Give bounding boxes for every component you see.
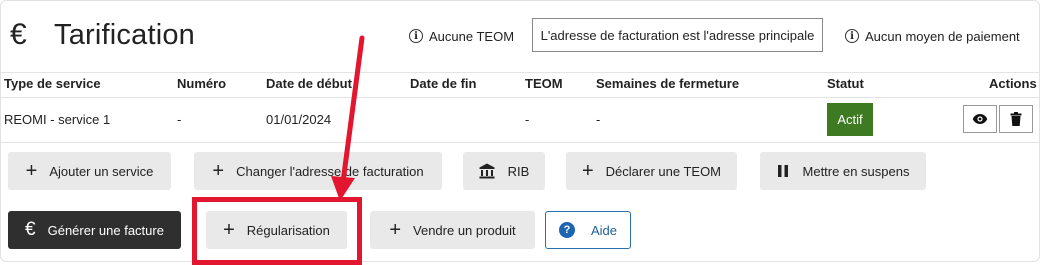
- column-header-status: Statut: [827, 76, 864, 91]
- billing-address-button[interactable]: L'adresse de facturation est l'adresse p…: [532, 18, 823, 52]
- add-service-label: Ajouter un service: [49, 163, 154, 179]
- bank-icon: [479, 163, 495, 179]
- generate-invoice-button[interactable]: € Générer une facture: [8, 211, 181, 249]
- payment-status: i Aucun moyen de paiement: [845, 24, 1020, 48]
- regularisation-label: Régularisation: [246, 222, 330, 238]
- declare-teom-button[interactable]: + Déclarer une TEOM: [566, 152, 737, 190]
- plus-icon: +: [212, 160, 225, 182]
- eye-icon: [972, 114, 988, 124]
- sell-product-button[interactable]: + Vendre un produit: [370, 211, 535, 249]
- panel-header: € Tarification i Aucune TEOM L'adresse d…: [0, 0, 1043, 72]
- column-header-end-date: Date de fin: [410, 76, 477, 91]
- cell-closure-weeks: -: [596, 112, 601, 127]
- info-icon: i: [845, 29, 859, 43]
- cell-start-date: 01/01/2024: [266, 112, 332, 127]
- plus-icon: +: [223, 219, 235, 241]
- euro-icon: €: [10, 18, 27, 51]
- plus-icon: +: [389, 219, 402, 241]
- pause-icon: [777, 165, 788, 177]
- trash-icon: [1010, 112, 1022, 126]
- column-header-start-date: Date de début: [266, 76, 352, 91]
- page-title: Tarification: [54, 19, 196, 51]
- rib-button[interactable]: RIB: [463, 152, 545, 190]
- cell-service-type: REOMI - service 1: [4, 112, 111, 127]
- cell-number: -: [177, 112, 182, 127]
- plus-icon: +: [581, 160, 594, 182]
- question-circle-icon: ?: [558, 222, 575, 238]
- divider: [0, 97, 1040, 98]
- info-icon: i: [409, 29, 423, 43]
- payment-status-label: Aucun moyen de paiement: [865, 28, 1020, 44]
- rib-label: RIB: [507, 163, 530, 179]
- column-header-closure-weeks: Semaines de fermeture: [596, 76, 740, 91]
- change-billing-address-button[interactable]: + Changer l'adresse de facturation: [194, 152, 442, 190]
- divider: [0, 72, 1040, 73]
- sell-product-label: Vendre un produit: [413, 222, 516, 238]
- euro-icon: €: [25, 219, 36, 240]
- column-header-service-type: Type de service: [4, 76, 101, 91]
- teom-status: i Aucune TEOM: [409, 24, 514, 48]
- generate-invoice-label: Générer une facture: [47, 222, 164, 238]
- teom-status-label: Aucune TEOM: [429, 28, 515, 44]
- view-button[interactable]: [963, 105, 997, 133]
- column-header-teom: TEOM: [525, 76, 563, 91]
- change-billing-address-label: Changer l'adresse de facturation: [236, 163, 424, 179]
- regularisation-button[interactable]: + Régularisation: [206, 211, 347, 249]
- suspend-button[interactable]: Mettre en suspens: [760, 152, 926, 190]
- column-header-number: Numéro: [177, 76, 227, 91]
- column-header-actions: Actions: [989, 76, 1037, 91]
- help-label: Aide: [590, 222, 618, 238]
- add-service-button[interactable]: + Ajouter un service: [8, 152, 171, 190]
- help-button[interactable]: ? Aide: [545, 211, 631, 249]
- plus-icon: +: [25, 160, 38, 182]
- declare-teom-label: Déclarer une TEOM: [605, 163, 722, 179]
- delete-button[interactable]: [999, 105, 1033, 133]
- divider: [0, 142, 1040, 143]
- suspend-label: Mettre en suspens: [802, 163, 910, 179]
- cell-teom: -: [525, 112, 530, 127]
- status-badge: Actif: [827, 103, 873, 136]
